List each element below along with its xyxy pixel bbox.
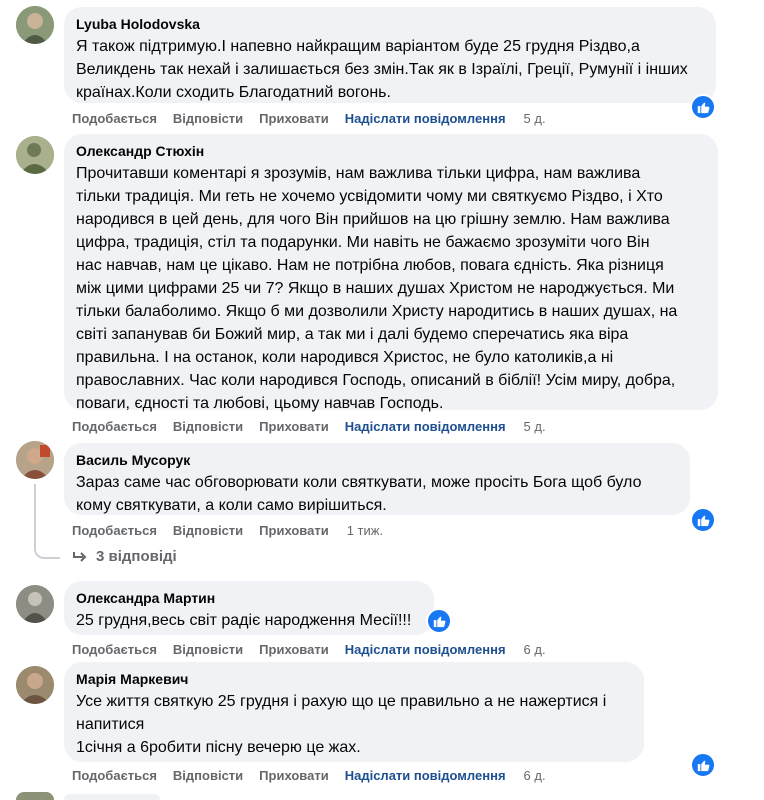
comment-author[interactable]: Василь Мусорук (76, 451, 678, 469)
avatar[interactable] (16, 136, 54, 174)
like-button[interactable]: Подобається (72, 523, 157, 538)
hide-button[interactable]: Приховати (259, 419, 329, 434)
reply-button[interactable]: Відповісти (173, 111, 243, 126)
send-message-button[interactable]: Надіслати повідомлення (345, 768, 506, 783)
avatar[interactable] (16, 6, 54, 44)
hide-button[interactable]: Приховати (259, 768, 329, 783)
like-button[interactable]: Подобається (72, 111, 157, 126)
replies-count[interactable]: 3 відповіді (96, 548, 177, 565)
hide-button[interactable]: Приховати (259, 523, 329, 538)
send-message-button[interactable]: Надіслати повідомлення (345, 642, 506, 657)
comment-text: 25 грудня,весь світ радіє народження Мес… (76, 612, 412, 629)
comment-bubble: Василь Мусорук Зараз саме час обговорюва… (64, 443, 690, 515)
like-button[interactable]: Подобається (72, 419, 157, 434)
comment-timestamp[interactable]: 5 д. (524, 111, 546, 126)
comment-text: Прочитавши коментарі я зрозумів, нам важ… (76, 165, 678, 412)
thread-line (34, 484, 36, 544)
reply-button[interactable]: Відповісти (173, 642, 243, 657)
like-reaction-icon[interactable] (426, 608, 452, 634)
send-message-button[interactable]: Надіслати повідомлення (345, 111, 506, 126)
comment-bubble: Марія Маркевич Усе життя святкую 25 груд… (64, 662, 644, 762)
comment-bubble-partial (64, 794, 160, 800)
like-button[interactable]: Подобається (72, 768, 157, 783)
comment-bubble: Олександр Стюхін Прочитавши коментарі я … (64, 134, 718, 412)
avatar[interactable] (16, 441, 54, 479)
like-reaction-icon[interactable] (690, 752, 716, 778)
comment-text: Я також підтримую.І напевно найкращим ва… (76, 38, 688, 101)
send-message-button[interactable]: Надіслати повідомлення (345, 419, 506, 434)
reply-button[interactable]: Відповісти (173, 768, 243, 783)
comment-actions: Подобається Відповісти Приховати Надісла… (72, 109, 562, 127)
comment-text: Зараз саме час обговорювати коли святкув… (76, 474, 642, 514)
comment-actions: Подобається Відповісти Приховати Надісла… (72, 640, 562, 658)
comment-bubble: Олександра Мартин 25 грудня,весь світ ра… (64, 581, 434, 635)
reply-arrow-icon (73, 551, 87, 562)
comment-timestamp[interactable]: 6 д. (524, 642, 546, 657)
comment-author[interactable]: Олександр Стюхін (76, 142, 706, 160)
comment-author[interactable]: Марія Маркевич (76, 670, 632, 688)
comment-text: Усе життя святкую 25 грудня і рахую що ц… (76, 693, 607, 756)
reply-button[interactable]: Відповісти (173, 523, 243, 538)
view-replies-link[interactable]: 3 відповіді (72, 548, 177, 565)
avatar[interactable] (16, 666, 54, 704)
comment-timestamp[interactable]: 6 д. (524, 768, 546, 783)
hide-button[interactable]: Приховати (259, 642, 329, 657)
avatar[interactable] (16, 792, 54, 800)
like-reaction-icon[interactable] (690, 507, 716, 533)
comment-author[interactable]: Lyuba Holodovska (76, 15, 704, 33)
comment-actions: Подобається Відповісти Приховати Надісла… (72, 766, 562, 784)
like-reaction-icon[interactable] (690, 94, 716, 120)
comment-actions: Подобається Відповісти Приховати 1 тиж. (72, 521, 399, 539)
avatar[interactable] (16, 585, 54, 623)
comment-timestamp[interactable]: 5 д. (524, 419, 546, 434)
like-button[interactable]: Подобається (72, 642, 157, 657)
thread-curve (34, 543, 60, 559)
hide-button[interactable]: Приховати (259, 111, 329, 126)
comment-timestamp[interactable]: 1 тиж. (347, 523, 383, 538)
comment-actions: Подобається Відповісти Приховати Надісла… (72, 417, 562, 435)
reply-button[interactable]: Відповісти (173, 419, 243, 434)
comment-bubble: Lyuba Holodovska Я також підтримую.І нап… (64, 7, 716, 103)
comment-author[interactable]: Олександра Мартин (76, 589, 422, 607)
